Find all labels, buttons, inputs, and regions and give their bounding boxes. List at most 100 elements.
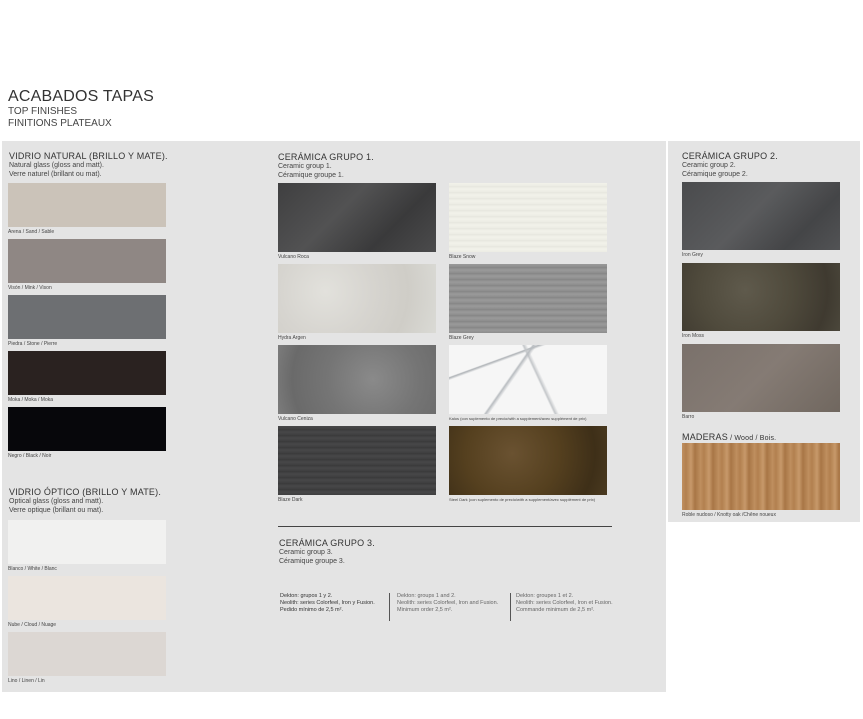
note-es-line: Pedido mínimo de 2,5 m².	[280, 607, 343, 613]
note-es-line: Dekton: grupos 1 y 2.	[280, 593, 333, 599]
note-separator	[510, 593, 511, 621]
maderas-title-sub: / Wood / Bois.	[727, 435, 777, 442]
swatch-blaze-dark-texture	[278, 426, 436, 495]
swatch-steel-dark-texture	[449, 426, 607, 495]
section-divider	[278, 526, 612, 527]
swatch-label: Vulcano Roca	[278, 254, 309, 260]
swatch-label: Steel Dark (con suplemento de precio/wit…	[449, 497, 596, 502]
swatch-label: Blaze Dark	[278, 497, 303, 503]
note-fr-line: Commande minimum de 2,5 m².	[516, 607, 595, 613]
swatch-label: Roble nudoso / Knotty oak /Chêne noueux	[682, 512, 776, 518]
ceramica1-en: Ceramic group 1.	[278, 163, 332, 170]
swatch-label: Piedra / Stone / Pierre	[8, 341, 58, 347]
vidrio-natural-fr: Verre naturel (brillant ou mat).	[9, 171, 102, 178]
swatch-label: Visón / Mink / Vison	[8, 285, 52, 291]
ceramica2-title: CERÁMICA GRUPO 2.	[682, 151, 778, 161]
swatch-vison[interactable]: Visón / Mink / Vison	[8, 239, 166, 291]
swatch-blanco-color	[8, 520, 166, 564]
swatch-barro-texture	[682, 344, 840, 412]
swatch-vulcano-ceniza-texture	[278, 345, 436, 414]
swatch-blaze-grey[interactable]: Blaze Grey	[449, 264, 607, 341]
swatch-label: Kalos (con suplemento de precio/with a s…	[449, 416, 587, 421]
note-es: Dekton: grupos 1 y 2. Neolith: series Co…	[280, 593, 375, 614]
swatch-hydra-argen[interactable]: Hydra Argen	[278, 264, 436, 341]
ceramica1-title: CERÁMICA GRUPO 1.	[278, 152, 374, 162]
swatch-lino[interactable]: Lino / Linen / Lin	[8, 632, 166, 684]
vidrio-optico-title: VIDRIO ÓPTICO (BRILLO Y MATE).	[9, 487, 162, 497]
swatch-roble-nudoso[interactable]: Roble nudoso / Knotty oak /Chêne noueux	[682, 443, 840, 518]
swatch-nube-color	[8, 576, 166, 620]
swatch-piedra[interactable]: Piedra / Stone / Pierre	[8, 295, 166, 347]
swatch-blaze-grey-texture	[449, 264, 607, 333]
swatch-blaze-snow-texture	[449, 183, 607, 252]
swatch-vison-color	[8, 239, 166, 283]
ceramica3-header: CERÁMICA GRUPO 3. Ceramic group 3. Céram…	[279, 538, 375, 566]
page-subtitle-en: TOP FINISHES	[8, 106, 78, 117]
swatch-arena-color	[8, 183, 166, 227]
swatch-label: Hydra Argen	[278, 335, 306, 341]
swatch-label: Moka / Moka / Moka	[8, 397, 54, 403]
page-header: ACABADOS TAPAS TOP FINISHES FINITIONS PL…	[8, 88, 154, 130]
note-en-line: Dekton: groups 1 and 2.	[397, 593, 456, 599]
note-fr: Dekton: groupes 1 et 2. Neolith: series …	[516, 593, 613, 614]
swatch-label: Arena / Sand / Sable	[8, 229, 55, 235]
vidrio-natural-title: VIDRIO NATURAL (BRILLO Y MATE).	[9, 151, 168, 161]
vidrio-optico-header: VIDRIO ÓPTICO (BRILLO Y MATE). Optical g…	[9, 487, 161, 515]
note-en: Dekton: groups 1 and 2. Neolith: series …	[397, 593, 498, 614]
swatch-label: Lino / Linen / Lin	[8, 678, 45, 684]
note-es-line: Neolith: series Colorfeel, Iron y Fusion…	[280, 600, 375, 606]
swatch-label: Negro / Black / Noir	[8, 453, 52, 459]
swatch-blaze-snow[interactable]: Blaze Snow	[449, 183, 607, 260]
swatch-blaze-dark[interactable]: Blaze Dark	[278, 426, 436, 503]
swatch-vulcano-roca-texture	[278, 183, 436, 252]
ceramica2-header: CERÁMICA GRUPO 2. Ceramic group 2. Céram…	[682, 151, 778, 179]
ceramica3-en: Ceramic group 3.	[279, 549, 333, 556]
swatch-label: Nube / Cloud / Nuage	[8, 622, 57, 628]
ceramica3-fr: Céramique groupe 3.	[279, 558, 345, 565]
swatch-kalos[interactable]: Kalos (con suplemento de precio/with a s…	[449, 345, 607, 421]
swatch-label: Iron Grey	[682, 252, 703, 258]
swatch-piedra-color	[8, 295, 166, 339]
note-fr-line: Dekton: groupes 1 et 2.	[516, 593, 574, 599]
swatch-label: Barro	[682, 414, 695, 420]
page-title: ACABADOS TAPAS	[8, 88, 154, 105]
ceramica1-fr: Céramique groupe 1.	[278, 172, 344, 179]
swatch-iron-moss-texture	[682, 263, 840, 331]
swatch-steel-dark[interactable]: Steel Dark (con suplemento de precio/wit…	[449, 426, 607, 502]
note-fr-line: Neolith: series Colorfeel, Iron et Fusio…	[516, 600, 613, 606]
maderas-title: MADERAS	[682, 432, 728, 442]
swatch-arena[interactable]: Arena / Sand / Sable	[8, 183, 166, 235]
maderas-title-wrap: MADERAS / Wood / Bois.	[682, 432, 776, 442]
swatch-lino-color	[8, 632, 166, 676]
maderas-header: MADERAS / Wood / Bois.	[682, 432, 776, 442]
swatch-iron-grey[interactable]: Iron Grey	[682, 182, 840, 258]
note-separator	[389, 593, 390, 621]
swatch-roble-nudoso-texture	[682, 443, 840, 510]
swatch-iron-grey-texture	[682, 182, 840, 250]
ceramica1-header: CERÁMICA GRUPO 1. Ceramic group 1. Céram…	[278, 152, 374, 180]
page-subtitle-fr: FINITIONS PLATEAUX	[8, 118, 112, 129]
swatch-negro-color	[8, 407, 166, 451]
swatch-hydra-argen-texture	[278, 264, 436, 333]
swatch-label: Iron Moss	[682, 333, 704, 339]
vidrio-optico-fr: Verre optique (brillant ou mat).	[9, 507, 104, 514]
vidrio-natural-header: VIDRIO NATURAL (BRILLO Y MATE). Natural …	[9, 151, 168, 179]
ceramica2-fr: Céramique groupe 2.	[682, 171, 748, 178]
swatch-nube[interactable]: Nube / Cloud / Nuage	[8, 576, 166, 628]
swatch-label: Blaze Grey	[449, 335, 474, 341]
swatch-label: Blanco / White / Blanc	[8, 566, 57, 572]
ceramica3-title: CERÁMICA GRUPO 3.	[279, 538, 375, 548]
swatch-vulcano-ceniza[interactable]: Vulcano Ceniza	[278, 345, 436, 422]
swatch-vulcano-roca[interactable]: Vulcano Roca	[278, 183, 436, 260]
swatch-negro[interactable]: Negro / Black / Noir	[8, 407, 166, 459]
swatch-iron-moss[interactable]: Iron Moss	[682, 263, 840, 339]
swatch-barro[interactable]: Barro	[682, 344, 840, 420]
swatch-kalos-texture	[449, 345, 607, 414]
vidrio-natural-en: Natural glass (gloss and matt).	[9, 162, 104, 169]
note-en-line: Neolith: series Colorfeel, Iron and Fusi…	[397, 600, 499, 606]
ceramica2-en: Ceramic group 2.	[682, 162, 736, 169]
swatch-blanco[interactable]: Blanco / White / Blanc	[8, 520, 166, 572]
vidrio-optico-en: Optical glass (gloss and matt).	[9, 498, 104, 505]
swatch-moka[interactable]: Moka / Moka / Moka	[8, 351, 166, 403]
swatch-moka-color	[8, 351, 166, 395]
